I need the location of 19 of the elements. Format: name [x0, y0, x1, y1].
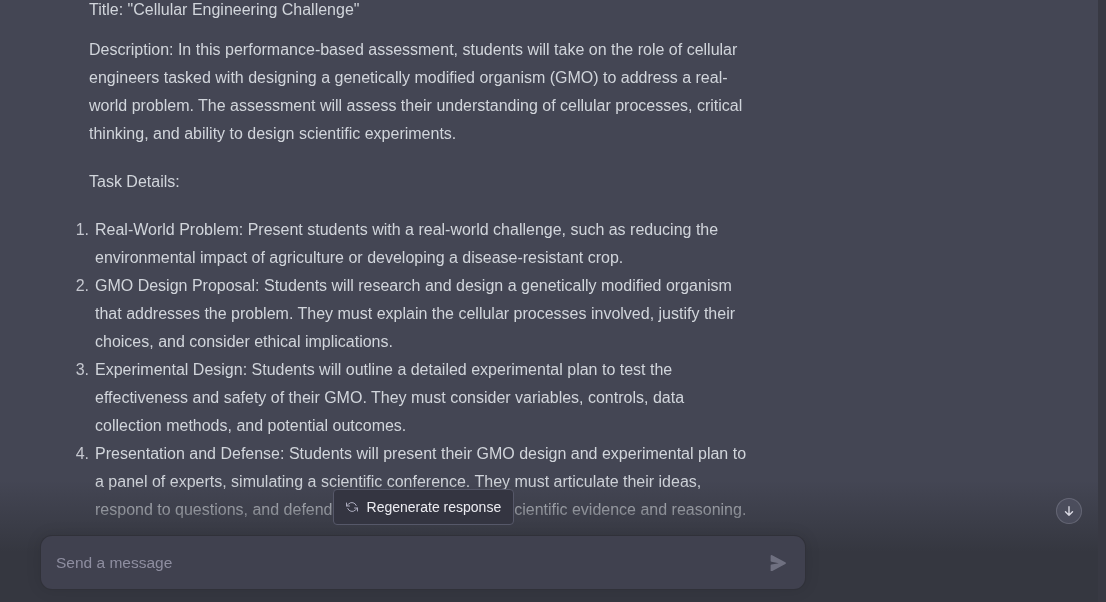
send-icon: [770, 554, 786, 571]
list-number: 2.: [74, 276, 90, 296]
list-number: 1.: [74, 220, 90, 240]
message-title: Title: "Cellular Engineering Challenge": [89, 0, 361, 20]
list-item-text: respond to questions, and defend: [95, 500, 333, 520]
list-item-text: cientific evidence and reasoning.: [514, 500, 747, 520]
message-input[interactable]: Send a message: [56, 542, 763, 583]
arrow-down-icon: [1064, 506, 1074, 516]
list-item-text: Experimental Design: Students will outline a detailed experimental plan to test the effectiveness and safety of their GMO. They must consider variables, controls, data collection methods, and potential outcomes.: [95, 360, 686, 436]
regenerate-response-button[interactable]: Regenerate response: [332, 489, 515, 525]
list-item-text: GMO Design Proposal: Students will research and design a genetically modified organism that addresses the problem. They must explain the cellular processes involved, justify their choices, and consider ethical implications.: [95, 276, 737, 352]
description-paragraph: Description: In this performance-based assessment, students will take on the role of cellular engineers tasked with designing a genetically modified organism (GMO) to address a real-world problem. The assessment will assess their understanding of cellular processes, critical thinking, and ability to design scientific experiments.: [89, 40, 744, 144]
refresh-icon: [345, 501, 358, 513]
list-number: 4.: [74, 444, 90, 464]
list-item-text: Real-World Problem: Present students with a real-world challenge, such as reducing the environmental impact of agriculture or developing a disease-resistant crop.: [95, 220, 720, 268]
section-heading: Task Details:: [89, 172, 181, 192]
scroll-down-button[interactable]: [1056, 498, 1082, 524]
message-box[interactable]: Send a message: [40, 535, 806, 590]
list-number: 3.: [74, 360, 90, 380]
